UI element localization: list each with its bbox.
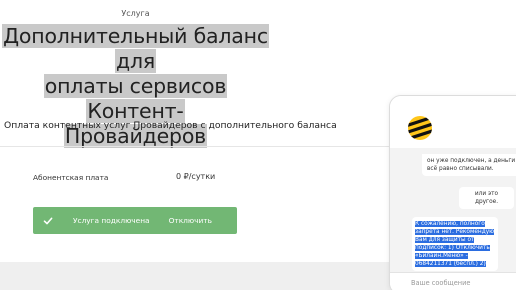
check-icon [43, 217, 53, 224]
chat-message-selected: К сожалению, полного запрета нет. Рекоме… [412, 217, 498, 271]
title-line-2: оплаты сервисов Контент- [43, 74, 228, 123]
chat-message: или это другое. [459, 187, 514, 209]
chat-widget: он уже подключен, а деньги всё равно спи… [389, 95, 516, 290]
service-eyebrow: Услуга [121, 9, 150, 18]
chat-message-input[interactable]: Ваше сообщение [390, 272, 516, 290]
service-status-bar: Услуга подключена Отключить [33, 207, 237, 234]
disable-service-button[interactable]: Отключить [169, 216, 212, 225]
chat-header [390, 96, 516, 148]
fee-value: 0 ₽/сутки [176, 172, 216, 181]
status-text: Услуга подключена [73, 216, 150, 225]
fee-label: Абонентская плата [33, 173, 109, 182]
chat-message-text: К сожалению, полного запрета нет. Рекоме… [415, 221, 495, 267]
title-line-1: Дополнительный баланс для [2, 24, 269, 73]
chat-messages: он уже подключен, а деньги всё равно спи… [390, 148, 516, 272]
service-description: Оплата контентных услуг Провайдеров с до… [4, 120, 337, 131]
section-divider [0, 146, 400, 147]
chat-message: он уже подключен, а деньги всё равно спи… [422, 154, 516, 176]
beeline-bee-icon[interactable] [407, 115, 433, 141]
